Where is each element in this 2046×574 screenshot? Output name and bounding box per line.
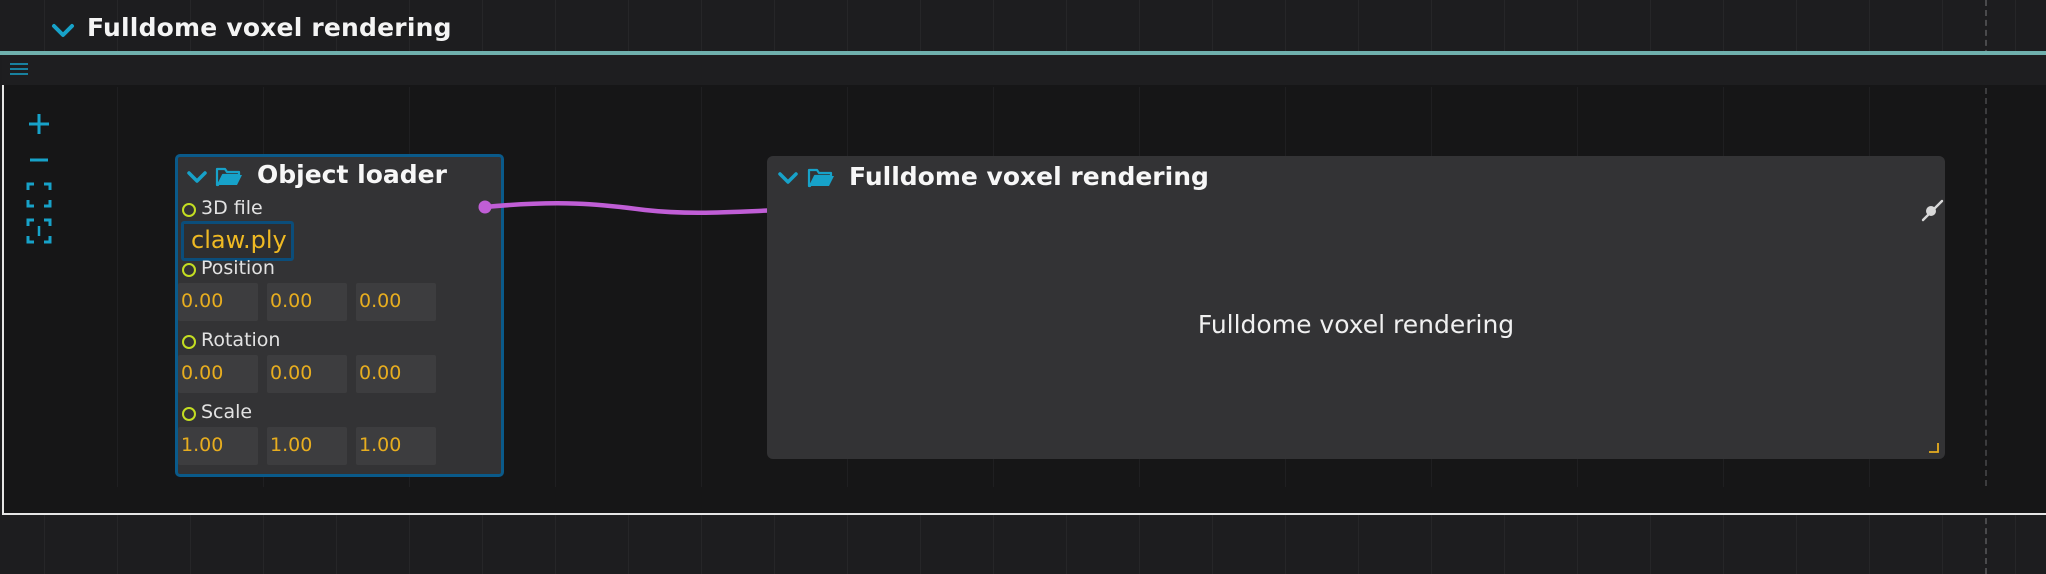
scale-z-field[interactable]: 1.00 xyxy=(356,427,436,465)
zoom-in-icon[interactable] xyxy=(26,111,52,137)
scale-label: Scale xyxy=(201,401,253,423)
rotation-z-field[interactable]: 0.00 xyxy=(356,355,436,393)
rotation-y-field[interactable]: 0.00 xyxy=(267,355,347,393)
resize-handle-icon[interactable] xyxy=(1929,443,1939,453)
renderer-body-text: Fulldome voxel rendering xyxy=(1197,310,1515,339)
rotation-x-field[interactable]: 0.00 xyxy=(178,355,258,393)
file-port[interactable] xyxy=(182,203,196,217)
fit-selection-icon[interactable] xyxy=(26,218,52,244)
scale-y-field[interactable]: 1.00 xyxy=(267,427,347,465)
canvas-toolbar xyxy=(2,55,2046,85)
scale-port[interactable] xyxy=(182,407,196,421)
chevron-down-icon[interactable] xyxy=(777,170,799,186)
file-label: 3D file xyxy=(201,197,263,219)
chevron-down-icon[interactable] xyxy=(50,20,76,42)
folder-open-icon[interactable] xyxy=(807,166,835,188)
position-z-field[interactable]: 0.00 xyxy=(356,283,436,321)
chevron-down-icon[interactable] xyxy=(186,169,208,185)
section-header[interactable]: Fulldome voxel rendering xyxy=(0,0,2046,52)
connection-wire[interactable] xyxy=(470,190,790,230)
scale-x-field[interactable]: 1.00 xyxy=(178,427,258,465)
position-x-field[interactable]: 0.00 xyxy=(178,283,258,321)
position-label: Position xyxy=(201,257,275,279)
position-port[interactable] xyxy=(182,263,196,277)
hamburger-menu-icon[interactable] xyxy=(10,62,28,76)
rotation-port[interactable] xyxy=(182,335,196,349)
position-y-field[interactable]: 0.00 xyxy=(267,283,347,321)
fulldome-renderer-node[interactable] xyxy=(767,156,1945,459)
output-port[interactable] xyxy=(478,200,492,214)
file-value: claw.ply xyxy=(191,226,287,254)
section-title: Fulldome voxel rendering xyxy=(87,13,452,42)
pin-off-icon[interactable] xyxy=(1920,198,1944,222)
file-input[interactable]: claw.ply xyxy=(181,221,294,261)
renderer-title: Fulldome voxel rendering xyxy=(849,162,1209,191)
zoom-out-icon[interactable] xyxy=(26,147,52,173)
rotation-label: Rotation xyxy=(201,329,281,351)
fit-view-icon[interactable] xyxy=(26,182,52,208)
folder-open-icon[interactable] xyxy=(215,165,243,187)
object-loader-title: Object loader xyxy=(257,160,447,189)
